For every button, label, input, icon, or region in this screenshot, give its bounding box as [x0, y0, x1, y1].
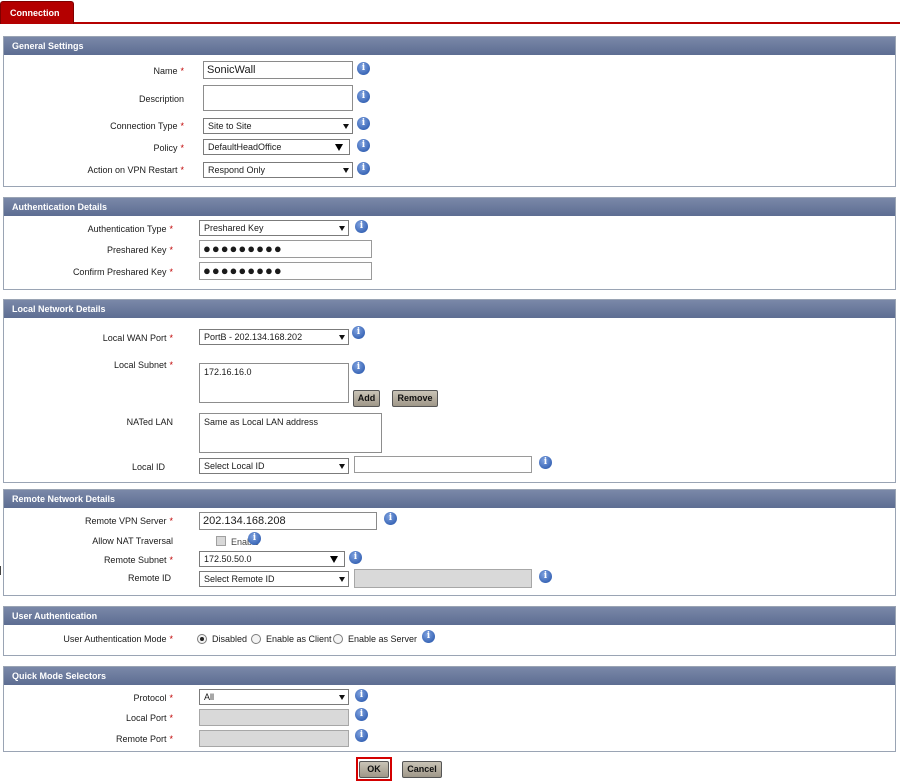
info-icon[interactable]: i: [352, 326, 365, 339]
remove-subnet-button[interactable]: Remove: [392, 390, 438, 407]
local-subnet-list[interactable]: 172.16.16.0: [199, 363, 349, 403]
nat-traversal-checkbox[interactable]: [216, 536, 226, 546]
info-icon[interactable]: i: [357, 117, 370, 130]
policy-label: Policy *: [153, 143, 184, 153]
description-input[interactable]: [203, 85, 353, 111]
cancel-button[interactable]: Cancel: [402, 761, 442, 778]
confirm-key-input[interactable]: ●●●●●●●●●: [199, 262, 372, 280]
local-wan-port-select[interactable]: PortB - 202.134.168.202: [199, 329, 349, 345]
info-icon[interactable]: i: [248, 532, 261, 545]
remote-id-input[interactable]: [354, 569, 532, 588]
panel-title: User Authentication: [4, 607, 895, 625]
local-id-input[interactable]: [354, 456, 532, 473]
panel-title: Quick Mode Selectors: [4, 667, 895, 685]
radio-enable-server[interactable]: [333, 634, 343, 644]
protocol-select[interactable]: All: [199, 689, 349, 705]
local-id-select[interactable]: Select Local ID: [199, 458, 349, 474]
info-icon[interactable]: i: [357, 139, 370, 152]
description-label: Description: [138, 94, 184, 104]
vpn-restart-select[interactable]: Respond Only: [203, 162, 353, 178]
local-subnet-label: Local Subnet *: [113, 360, 173, 370]
remote-port-label: Remote Port *: [115, 734, 173, 744]
panel-title: Local Network Details: [4, 300, 895, 318]
radio-enable-client-label: Enable as Client: [266, 634, 332, 644]
panel-title: General Settings: [4, 37, 895, 55]
nat-traversal-label: Allow NAT Traversal: [92, 536, 173, 546]
info-icon[interactable]: i: [355, 708, 368, 721]
confirm-key-label: Confirm Preshared Key *: [72, 267, 173, 277]
info-icon[interactable]: i: [539, 456, 552, 469]
info-icon[interactable]: i: [357, 90, 370, 103]
panel-title: Authentication Details: [4, 198, 895, 216]
info-icon[interactable]: i: [422, 630, 435, 643]
vpn-restart-label: Action on VPN Restart *: [87, 165, 184, 175]
tab-bar: Connection: [0, 0, 900, 24]
policy-select[interactable]: DefaultHeadOffice: [203, 139, 350, 155]
preshared-key-label: Preshared Key *: [106, 245, 173, 255]
text-cursor: [0, 566, 3, 575]
info-icon[interactable]: i: [384, 512, 397, 525]
user-auth-mode-label: User Authentication Mode *: [63, 634, 173, 644]
user-auth-panel: User Authentication: [3, 606, 896, 656]
remote-port-input[interactable]: [199, 730, 349, 747]
info-icon[interactable]: i: [355, 220, 368, 233]
radio-enable-client[interactable]: [251, 634, 261, 644]
add-subnet-button[interactable]: Add: [353, 390, 380, 407]
info-icon[interactable]: i: [349, 551, 362, 564]
subnet-entry[interactable]: 172.16.16.0: [204, 367, 252, 377]
nated-lan-input[interactable]: Same as Local LAN address: [199, 413, 382, 453]
info-icon[interactable]: i: [355, 729, 368, 742]
info-icon[interactable]: i: [355, 689, 368, 702]
local-port-label: Local Port *: [125, 713, 173, 723]
remote-vpn-server-input[interactable]: 202.134.168.208: [199, 512, 377, 530]
preshared-key-input[interactable]: ●●●●●●●●●: [199, 240, 372, 258]
info-icon[interactable]: i: [357, 62, 370, 75]
radio-disabled[interactable]: [197, 634, 207, 644]
local-id-label: Local ID: [131, 462, 165, 472]
remote-subnet-select[interactable]: 172.50.50.0: [199, 551, 345, 567]
info-icon[interactable]: i: [357, 162, 370, 175]
nated-lan-label: NATed LAN: [126, 417, 173, 427]
tab-connection[interactable]: Connection: [0, 1, 74, 24]
panel-title: Remote Network Details: [4, 490, 895, 508]
info-icon[interactable]: i: [539, 570, 552, 583]
ok-button[interactable]: OK: [359, 761, 389, 778]
remote-id-label: Remote ID: [127, 573, 171, 583]
local-wan-port-label: Local WAN Port *: [102, 333, 173, 343]
remote-subnet-label: Remote Subnet *: [103, 555, 173, 565]
info-icon[interactable]: i: [352, 361, 365, 374]
radio-enable-server-label: Enable as Server: [348, 634, 418, 644]
remote-id-select[interactable]: Select Remote ID: [199, 571, 349, 587]
protocol-label: Protocol *: [133, 693, 173, 703]
connection-type-label: Connection Type *: [110, 121, 184, 131]
auth-type-select[interactable]: Preshared Key: [199, 220, 349, 236]
name-input[interactable]: SonicWall: [203, 61, 353, 79]
nated-lan-value: Same as Local LAN address: [204, 417, 319, 427]
local-port-input[interactable]: [199, 709, 349, 726]
remote-vpn-server-label: Remote VPN Server *: [84, 516, 173, 526]
auth-type-label: Authentication Type *: [87, 224, 173, 234]
name-label: Name *: [153, 66, 184, 76]
connection-type-select[interactable]: Site to Site: [203, 118, 353, 134]
radio-disabled-label: Disabled: [212, 634, 248, 644]
